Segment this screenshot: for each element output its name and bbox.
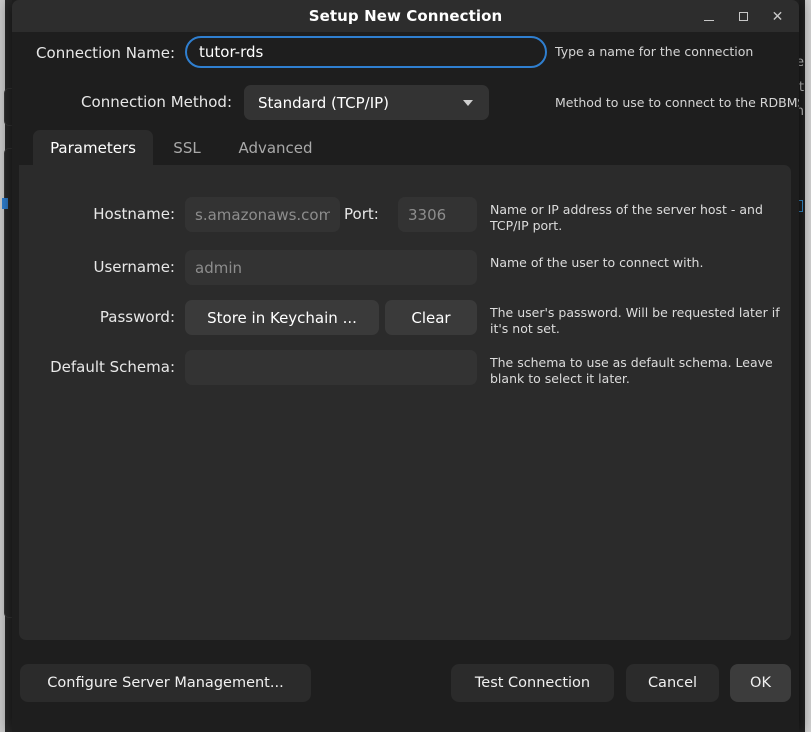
tab-bar: Parameters SSL Advanced xyxy=(19,130,791,165)
test-connection-button[interactable]: Test Connection xyxy=(451,664,614,702)
ok-button[interactable]: OK xyxy=(730,664,791,702)
connection-method-row: Connection Method: Standard (TCP/IP) Met… xyxy=(12,75,799,130)
username-label: Username: xyxy=(19,258,175,276)
connection-name-input[interactable] xyxy=(185,36,547,68)
default-schema-input[interactable] xyxy=(185,350,477,385)
password-label: Password: xyxy=(19,308,175,326)
background-window-right-edge xyxy=(805,0,811,732)
clear-password-button[interactable]: Clear xyxy=(385,300,477,335)
username-hint: Name of the user to connect with. xyxy=(490,255,790,271)
default-schema-hint: The schema to use as default schema. Lea… xyxy=(490,355,790,387)
dialog-title: Setup New Connection xyxy=(12,0,799,32)
hostname-input[interactable] xyxy=(185,197,340,232)
connection-name-row: Connection Name: Type a name for the con… xyxy=(12,32,799,75)
connection-method-hint: Method to use to connect to the RDBMS xyxy=(555,95,799,110)
connection-method-label: Connection Method: xyxy=(12,93,232,111)
parameters-panel: Hostname: Port: Name or IP address of th… xyxy=(19,165,791,640)
tab-ssl[interactable]: SSL xyxy=(161,130,213,165)
minimize-button[interactable] xyxy=(696,4,721,29)
hostname-label: Hostname: xyxy=(19,205,175,223)
store-in-keychain-button[interactable]: Store in Keychain ... xyxy=(185,300,379,335)
dialog-titlebar[interactable]: Setup New Connection ✕ xyxy=(12,0,799,32)
port-label: Port: xyxy=(344,205,394,223)
connection-name-label: Connection Name: xyxy=(12,44,175,62)
hostname-hint: Name or IP address of the server host - … xyxy=(490,202,790,234)
username-input[interactable] xyxy=(185,250,477,285)
configure-server-management-button[interactable]: Configure Server Management... xyxy=(20,664,311,702)
connection-method-select[interactable]: Standard (TCP/IP) xyxy=(244,85,489,120)
maximize-icon xyxy=(739,12,748,21)
cancel-button[interactable]: Cancel xyxy=(626,664,719,702)
connection-name-hint: Type a name for the connection xyxy=(555,44,753,59)
close-button[interactable]: ✕ xyxy=(765,4,790,29)
dialog-footer: Configure Server Management... Test Conn… xyxy=(12,647,799,732)
password-hint: The user's password. Will be requested l… xyxy=(490,305,790,337)
tab-parameters[interactable]: Parameters xyxy=(33,130,153,165)
minimize-icon xyxy=(704,20,714,21)
close-icon: ✕ xyxy=(772,10,784,24)
default-schema-label: Default Schema: xyxy=(19,358,175,376)
setup-new-connection-dialog: Setup New Connection ✕ Connection Name: … xyxy=(12,0,799,732)
port-input[interactable] xyxy=(398,197,477,232)
background-right-text-2: t xyxy=(799,80,804,95)
maximize-button[interactable] xyxy=(731,4,756,29)
tab-advanced[interactable]: Advanced xyxy=(223,130,328,165)
background-left-accent xyxy=(2,198,8,209)
connection-method-value: Standard (TCP/IP) xyxy=(258,94,389,112)
chevron-down-icon xyxy=(463,100,473,106)
